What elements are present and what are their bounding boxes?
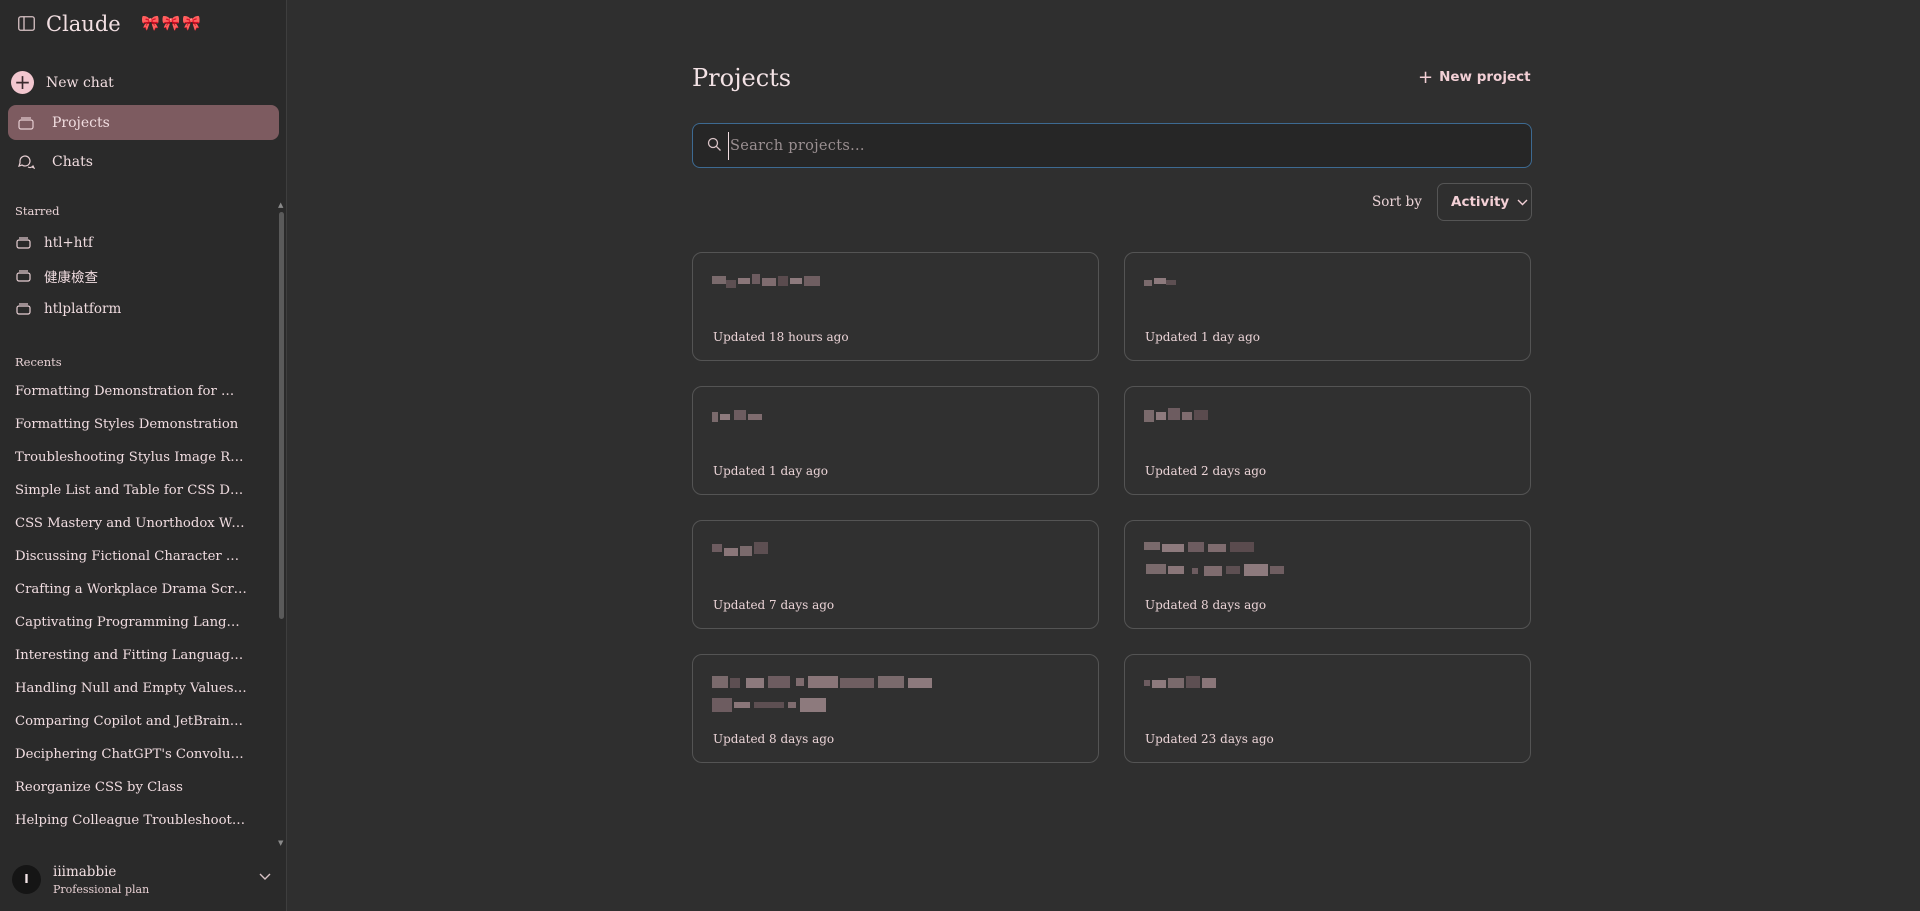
blurred-project-name — [1144, 674, 1234, 694]
project-card[interactable]: Updated 23 days ago — [1124, 654, 1531, 763]
project-card[interactable]: Updated 7 days ago — [692, 520, 1099, 629]
search-input[interactable] — [728, 132, 1508, 160]
page-title: Projects — [692, 64, 792, 92]
blurred-project-name — [712, 406, 767, 426]
projects-label: Projects — [52, 114, 110, 131]
chat-bubbles-icon — [17, 153, 35, 171]
recent-chat-item[interactable]: CSS Mastery and Unorthodox Web… — [15, 514, 247, 534]
avatar: I — [12, 865, 41, 894]
recent-chat-item[interactable]: Troubleshooting Stylus Image Re… — [15, 448, 247, 468]
starred-item-health-check[interactable]: 健康檢查 — [16, 266, 98, 286]
new-chat-label: New chat — [46, 74, 114, 91]
recents-heading: Recents — [15, 355, 62, 369]
blurred-project-name — [712, 674, 992, 718]
sort-select[interactable]: Activity — [1437, 183, 1532, 221]
blurred-project-name — [1144, 406, 1214, 426]
plus-icon: + — [11, 71, 34, 94]
recent-chat-item[interactable]: Simple List and Table for CSS Demo — [15, 481, 247, 501]
recent-chat-item[interactable]: Formatting Demonstration for Mom — [15, 382, 247, 402]
sidebar-header: Claude 🎀🎀🎀 — [0, 0, 287, 50]
project-updated: Updated 23 days ago — [1145, 732, 1274, 746]
search-icon — [707, 137, 721, 151]
project-updated: Updated 1 day ago — [1145, 330, 1260, 344]
projects-icon — [17, 114, 35, 132]
starred-item-label: 健康檢查 — [44, 270, 98, 286]
new-chat-button[interactable]: + New chat — [8, 65, 279, 100]
recent-chat-item[interactable]: Helping Colleague Troubleshoot C… — [15, 811, 247, 831]
new-project-label: New project — [1439, 69, 1531, 85]
project-card[interactable]: Updated 1 day ago — [692, 386, 1099, 495]
recent-chat-item[interactable]: Interesting and Fitting Languag… — [15, 646, 247, 666]
project-card[interactable]: Updated 1 day ago — [1124, 252, 1531, 361]
recent-chat-item[interactable]: Comparing Copilot and JetBrains AI — [15, 712, 247, 732]
user-name: iiimabbie — [53, 864, 117, 880]
starred-item-label: htl+htf — [44, 235, 93, 251]
chevron-down-icon — [259, 873, 271, 880]
starred-heading: Starred — [15, 204, 60, 218]
recent-chat-item[interactable]: Deciphering ChatGPT's Convolute… — [15, 745, 247, 765]
sidebar-toggle-icon[interactable] — [18, 16, 35, 31]
project-updated: Updated 2 days ago — [1145, 464, 1267, 478]
nav-projects[interactable]: Projects — [8, 105, 279, 140]
recent-chat-item[interactable]: Handling Null and Empty Values … — [15, 679, 247, 699]
blurred-project-name — [712, 540, 776, 560]
project-updated: Updated 8 days ago — [1145, 598, 1267, 612]
project-card[interactable]: Updated 2 days ago — [1124, 386, 1531, 495]
sort-by-label: Sort by — [1372, 194, 1422, 210]
blurred-project-name — [712, 272, 822, 292]
project-card[interactable]: Updated 8 days ago — [1124, 520, 1531, 629]
project-card[interactable]: Updated 8 days ago — [692, 654, 1099, 763]
bow-emoji-decoration: 🎀🎀🎀 — [141, 14, 204, 32]
project-icon — [16, 236, 32, 250]
user-menu[interactable]: I iiimabbie Professional plan — [0, 855, 287, 911]
search-box[interactable] — [692, 123, 1532, 168]
recent-chat-item[interactable]: Formatting Styles Demonstration — [15, 415, 247, 435]
recent-chat-item[interactable]: Captivating Programming Langua… — [15, 613, 247, 633]
recent-chat-item[interactable]: Discussing Fictional Character T… — [15, 547, 247, 567]
project-icon — [16, 302, 32, 316]
sort-value: Activity — [1451, 194, 1510, 210]
blurred-project-name — [1144, 540, 1334, 584]
project-updated: Updated 1 day ago — [713, 464, 828, 478]
nav-chats[interactable]: Chats — [8, 144, 279, 179]
blurred-project-name — [1144, 272, 1184, 292]
project-updated: Updated 18 hours ago — [713, 330, 849, 344]
recent-chat-item[interactable]: Crafting a Workplace Drama Script — [15, 580, 247, 600]
chats-label: Chats — [52, 153, 93, 170]
project-card[interactable]: Updated 18 hours ago — [692, 252, 1099, 361]
scroll-down-arrow-icon[interactable]: ▼ — [278, 840, 285, 847]
starred-item-htl-htf[interactable]: htl+htf — [16, 233, 93, 253]
project-updated: Updated 7 days ago — [713, 598, 835, 612]
app-logo-text[interactable]: Claude — [46, 12, 121, 36]
project-updated: Updated 8 days ago — [713, 732, 835, 746]
starred-item-label: htlplatform — [44, 301, 122, 317]
sidebar-scrollbar[interactable]: ▲ ▼ — [278, 202, 285, 847]
scrollbar-thumb[interactable] — [279, 212, 284, 619]
chevron-down-icon — [1517, 199, 1528, 205]
user-plan: Professional plan — [53, 883, 150, 896]
starred-item-htlplatform[interactable]: htlplatform — [16, 299, 121, 319]
project-icon — [16, 269, 32, 283]
plus-icon: + — [1418, 66, 1434, 88]
new-project-button[interactable]: + New project — [1418, 66, 1531, 88]
recent-chat-item[interactable]: Reorganize CSS by Class — [15, 778, 247, 798]
sidebar: Claude 🎀🎀🎀 + New chat Projects Chats Sta… — [0, 0, 287, 911]
scroll-up-arrow-icon[interactable]: ▲ — [278, 202, 285, 209]
